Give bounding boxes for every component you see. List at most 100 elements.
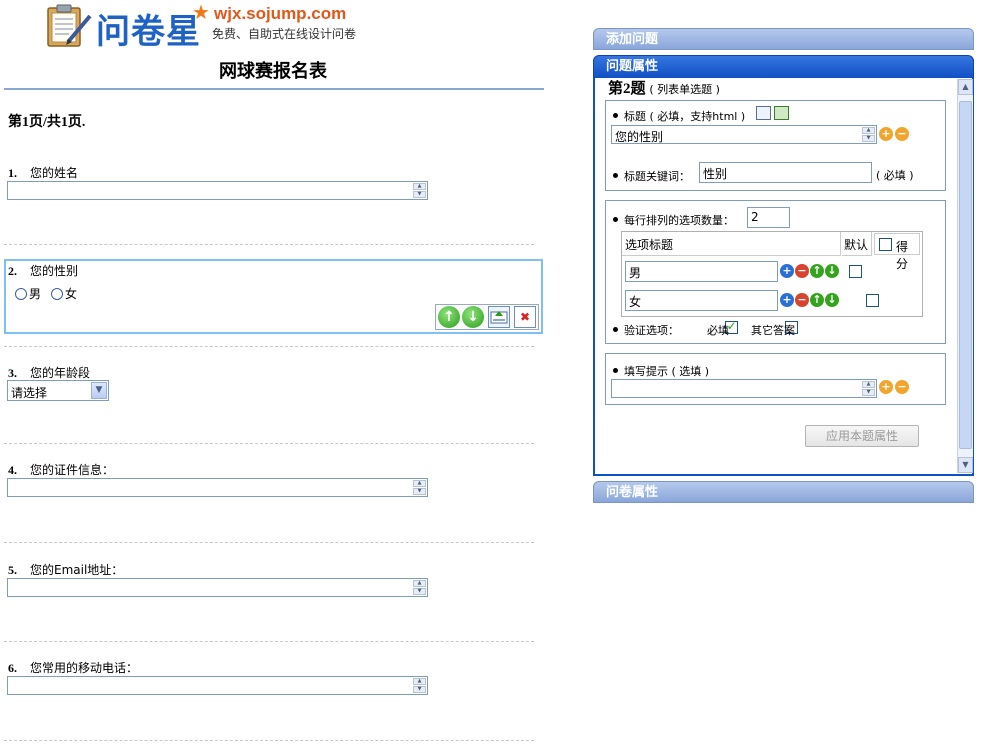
scroll-up-icon[interactable]: ▲ (958, 79, 973, 95)
question-2-label: 2. 您的性别 (8, 262, 78, 279)
radio-button[interactable] (15, 288, 27, 300)
email-input[interactable]: ▲ ▼ (7, 578, 428, 597)
keyword-label: 标题关键词： (613, 168, 690, 184)
textarea-resize-spinner[interactable]: ▲ ▼ (413, 678, 426, 693)
panel-scrollbar[interactable]: ▲ ▼ (957, 79, 973, 473)
hint-input[interactable]: ▲ ▼ (611, 379, 877, 398)
question-text: 您的年龄段 (30, 366, 91, 380)
move-option-up-icon[interactable]: ↑ (810, 293, 824, 307)
move-option-down-icon[interactable]: ↓ (825, 293, 839, 307)
survey-props-header[interactable]: 问卷属性 (593, 481, 974, 503)
age-select-value: 请选择 (11, 386, 48, 400)
logo-slogan: 免费、自助式在线设计问卷 (212, 27, 357, 41)
question-4-label: 4. 您的证件信息： (8, 461, 114, 478)
question-divider (4, 346, 534, 347)
question-props-header[interactable]: 问题属性 (593, 55, 974, 79)
question-number: 1. (8, 166, 17, 180)
radio-option-female[interactable]: 女 (51, 285, 77, 302)
scroll-thumb[interactable] (959, 101, 972, 449)
apply-question-props-button[interactable]: 应用本题属性 (805, 425, 919, 447)
insert-question-button[interactable] (488, 306, 510, 328)
add-option-icon[interactable]: + (780, 264, 794, 278)
logo-star-icon: ★ (192, 0, 210, 24)
keyword-required-note: ( 必填 ) (876, 169, 914, 182)
score-checkbox[interactable] (879, 238, 892, 251)
mobile-input[interactable]: ▲ ▼ (7, 676, 428, 695)
question-text: 您的性别 (30, 264, 79, 278)
question-number: 4. (8, 463, 17, 477)
other-answer-label: 其它答案 (751, 324, 795, 337)
question-number: 2. (8, 264, 17, 278)
textarea-resize-spinner[interactable]: ▲ ▼ (413, 580, 426, 595)
textarea-resize-spinner[interactable]: ▲ ▼ (413, 480, 426, 495)
per-row-label: 每行排列的选项数量： (613, 212, 734, 228)
question-text: 您的证件信息： (30, 463, 115, 477)
keyword-input[interactable]: 性别 (699, 162, 872, 183)
question-divider (4, 244, 534, 245)
arrow-down-icon: ↓ (467, 309, 479, 325)
question-text: 您常用的移动电话： (30, 661, 139, 675)
question-number: 5. (8, 563, 17, 577)
option-1-default-checkbox[interactable] (849, 265, 862, 278)
remove-option-icon[interactable]: − (795, 264, 809, 278)
insert-icon (490, 311, 508, 324)
id-info-input[interactable]: ▲ ▼ (7, 478, 428, 497)
option-2-input[interactable]: 女 (625, 290, 778, 311)
logo-url: wjx.sojump.com (214, 4, 347, 23)
question-number: 3. (8, 366, 17, 380)
remove-icon[interactable]: − (895, 380, 909, 394)
add-icon[interactable]: + (879, 127, 893, 141)
move-down-button[interactable]: ↓ (462, 306, 484, 328)
move-up-button[interactable]: ↑ (438, 306, 460, 328)
add-option-icon[interactable]: + (780, 293, 794, 307)
name-input[interactable]: ▲ ▼ (7, 181, 428, 200)
add-icon[interactable]: + (879, 380, 893, 394)
question-6-label: 6. 您常用的移动电话： (8, 659, 138, 676)
delete-icon: ✖ (519, 310, 531, 324)
question-divider (4, 542, 534, 543)
delete-question-button[interactable]: ✖ (514, 306, 536, 328)
question-text: 您的姓名 (30, 166, 79, 180)
textarea-resize-spinner[interactable]: ▲ ▼ (862, 127, 875, 142)
col-header-default: 默认 (842, 232, 872, 256)
textarea-resize-spinner[interactable]: ▲ ▼ (862, 381, 875, 396)
option-1-input[interactable]: 男 (625, 261, 778, 282)
question-1-label: 1. 您的姓名 (8, 164, 78, 181)
html-source-icon[interactable] (756, 106, 771, 120)
rich-editor-icon[interactable] (774, 106, 789, 120)
move-option-down-icon[interactable]: ↓ (825, 264, 839, 278)
required-label: 必填 (707, 324, 729, 337)
arrow-up-icon: ↑ (443, 309, 455, 325)
title-divider (4, 88, 544, 90)
question-text: 您的Email地址： (30, 563, 124, 577)
question-number: 6. (8, 661, 17, 675)
title-label: 标题 ( 必填，支持html ) (613, 108, 745, 124)
col-header-option-title: 选项标题 (622, 232, 841, 256)
question-divider (4, 740, 534, 741)
per-row-input[interactable]: 2 (747, 207, 790, 228)
chevron-down-icon[interactable]: ▼ (91, 382, 107, 399)
question-heading: 第2题 ( 列表单选题 ) (608, 81, 720, 97)
option-2-default-checkbox[interactable] (865, 294, 879, 307)
question-5-label: 5. 您的Email地址： (8, 561, 123, 578)
title-input[interactable]: 您的性别 ▲ ▼ (611, 125, 877, 144)
col-header-score[interactable]: 得分 (874, 233, 920, 271)
logo-brand: 问卷星 (96, 12, 201, 52)
validate-label: 验证选项： (613, 322, 679, 338)
textarea-resize-spinner[interactable]: ▲ ▼ (413, 183, 426, 198)
age-select[interactable]: 请选择 ▼ (7, 380, 109, 401)
scroll-down-icon[interactable]: ▼ (958, 457, 973, 473)
radio-option-male[interactable]: 男 (15, 285, 41, 302)
question-divider (4, 641, 534, 642)
page-info: 第1页/共1页. (8, 115, 86, 130)
move-option-up-icon[interactable]: ↑ (810, 264, 824, 278)
logo-icon (44, 2, 94, 48)
survey-title: 网球赛报名表 (219, 61, 327, 81)
hint-label: 填写提示 ( 选填 ) (613, 363, 709, 379)
radio-button[interactable] (51, 288, 63, 300)
question-3-label: 3. 您的年龄段 (8, 364, 90, 381)
question-divider (4, 443, 534, 444)
remove-option-icon[interactable]: − (795, 293, 809, 307)
remove-icon[interactable]: − (895, 127, 909, 141)
add-question-header[interactable]: 添加问题 (593, 28, 974, 50)
